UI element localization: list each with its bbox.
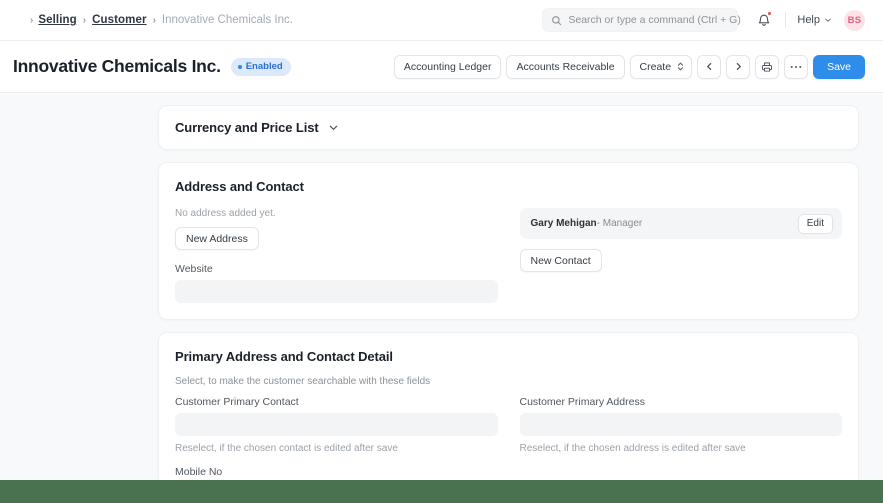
chevron-up-down-icon (677, 61, 684, 72)
section-header: Address and Contact (175, 179, 842, 194)
new-address-button[interactable]: New Address (175, 227, 259, 250)
printer-icon (761, 61, 773, 73)
search-input[interactable]: Search or type a command (Ctrl + G) (542, 8, 741, 32)
breadcrumb-chevron-icon: › (82, 14, 87, 26)
customer-primary-contact-input[interactable] (175, 413, 498, 436)
customer-primary-address-help: Reselect, if the chosen address is edite… (519, 443, 746, 454)
chevron-down-icon[interactable] (328, 122, 339, 133)
chevron-left-icon (705, 62, 714, 71)
navbar: › Selling › Customer › Innovative Chemic… (0, 0, 883, 41)
next-record-button[interactable] (726, 54, 751, 79)
no-address-message: No address added yet. (175, 208, 276, 219)
notifications-button[interactable] (752, 8, 776, 32)
navbar-right: Search or type a command (Ctrl + G) Help (542, 8, 865, 32)
app-root: › Selling › Customer › Innovative Chemic… (0, 0, 883, 503)
customer-primary-contact-label: Customer Primary Contact (175, 396, 299, 408)
form-sheet: Currency and Price List Address and Cont… (0, 93, 883, 503)
section-hint: Select, to make the customer searchable … (175, 376, 431, 387)
notification-dot-badge (767, 11, 773, 16)
previous-record-button[interactable] (697, 54, 722, 79)
page-title: Innovative Chemicals Inc. (13, 56, 221, 76)
edit-contact-button[interactable]: Edit (797, 213, 833, 234)
page-actions: Accounting Ledger Accounts Receivable Cr… (393, 54, 865, 79)
help-label: Help (797, 14, 820, 26)
chevron-right-icon (734, 62, 743, 71)
breadcrumb: › Selling › Customer › Innovative Chemic… (30, 14, 293, 26)
help-menu[interactable]: Help (797, 14, 832, 26)
website-label: Website (175, 263, 213, 275)
section-header[interactable]: Currency and Price List (175, 120, 842, 135)
customer-primary-address-label: Customer Primary Address (519, 396, 645, 408)
section-address-and-contact: Address and Contact No address added yet… (158, 162, 859, 320)
section-header: Primary Address and Contact Detail (175, 349, 842, 364)
breadcrumb-chevron-icon: › (30, 14, 34, 26)
breadcrumb-chevron-icon: › (152, 14, 156, 26)
contact-column: Gary Mehigan - Manager Edit New Contact (519, 208, 842, 303)
address-column: No address added yet. New Address Websit… (175, 208, 498, 303)
contact-role: - Manager (596, 218, 643, 229)
customer-primary-address-input[interactable] (519, 413, 842, 436)
section-currency-and-price-list: Currency and Price List (158, 105, 859, 150)
accounts-receivable-button[interactable]: Accounts Receivable (506, 54, 625, 79)
website-input[interactable] (175, 280, 498, 303)
status-dot-icon (237, 64, 242, 69)
ellipsis-icon (790, 65, 802, 69)
chevron-down-icon (824, 16, 832, 24)
mobile-no-label: Mobile No (175, 466, 223, 478)
contact-name: Gary Mehigan (530, 218, 597, 229)
create-button-label: Create (639, 60, 672, 73)
new-contact-button[interactable]: New Contact (519, 249, 602, 272)
save-button[interactable]: Save (813, 54, 865, 79)
section-title: Currency and Price List (175, 120, 319, 135)
section-columns: No address added yet. New Address Websit… (175, 208, 842, 303)
breadcrumb-item-customer[interactable]: Customer (92, 14, 146, 26)
breadcrumb-item-current: Innovative Chemicals Inc. (161, 14, 293, 26)
avatar[interactable]: BS (844, 9, 865, 31)
search-placeholder: Search or type a command (Ctrl + G) (568, 14, 741, 26)
status-badge: Enabled (230, 57, 291, 76)
search-icon (551, 15, 562, 26)
section-title: Primary Address and Contact Detail (175, 349, 393, 364)
print-button[interactable] (755, 54, 780, 79)
page-body: Currency and Price List Address and Cont… (0, 93, 883, 503)
navbar-divider (785, 12, 787, 28)
create-button[interactable]: Create (629, 54, 693, 79)
status-badge-label: Enabled (245, 61, 283, 72)
page-header: Innovative Chemicals Inc. Enabled Accoun… (0, 41, 883, 93)
accounting-ledger-button[interactable]: Accounting Ledger (393, 54, 502, 79)
contact-list-item[interactable]: Gary Mehigan - Manager Edit (519, 208, 842, 239)
breadcrumb-item-selling[interactable]: Selling (38, 14, 76, 26)
customer-primary-contact-help: Reselect, if the chosen contact is edite… (175, 443, 398, 454)
footer-bar (0, 480, 883, 503)
section-primary-address-and-contact-detail: Primary Address and Contact Detail Selec… (158, 332, 859, 503)
more-actions-button[interactable] (784, 54, 809, 79)
section-title: Address and Contact (175, 179, 304, 194)
